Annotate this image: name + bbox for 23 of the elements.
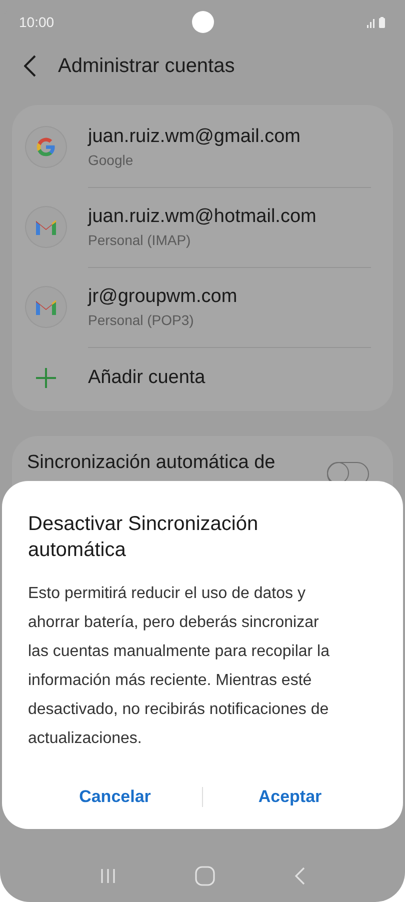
signal-battery-icon <box>367 16 387 28</box>
account-type: Google <box>88 152 134 168</box>
dialog-title: Desactivar Sincronización automática <box>28 512 260 563</box>
dialog-button[interactable]: Cancelar <box>28 779 202 815</box>
account-email[interactable]: juan.ruiz.wm@gmail.com <box>88 126 371 148</box>
recent-apps-icon[interactable] <box>100 868 116 884</box>
mail-logo-icon <box>35 218 57 236</box>
mail-logo-icon <box>35 298 57 316</box>
page-title: Administrar cuentas <box>58 54 235 78</box>
account-type: Personal (POP3) <box>88 312 195 328</box>
add-account-label[interactable]: Añadir cuenta <box>88 367 371 389</box>
dialog-button[interactable]: Aceptar <box>203 779 377 815</box>
camera-hole-icon <box>192 11 214 33</box>
home-icon[interactable] <box>194 866 214 886</box>
account-email[interactable]: jr@groupwm.com <box>88 286 371 308</box>
back-icon[interactable] <box>24 55 36 77</box>
status-time: 10:00 <box>19 14 54 30</box>
sync-label: Sincronización automática de <box>27 452 276 474</box>
google-logo-icon <box>35 136 57 158</box>
account-email[interactable]: juan.ruiz.wm@hotmail.com <box>88 206 371 228</box>
dialog-message: Esto permitirá reducir el uso de datos y ahorrar batería, pero deberás sincronizar las cuentas manualmente para recopilar la información más reciente. Mientras esté desactivado, no recibirás notificaciones de actualizaciones. <box>28 584 330 749</box>
add-icon[interactable] <box>35 367 57 389</box>
account-type: Personal (IMAP) <box>88 232 192 248</box>
